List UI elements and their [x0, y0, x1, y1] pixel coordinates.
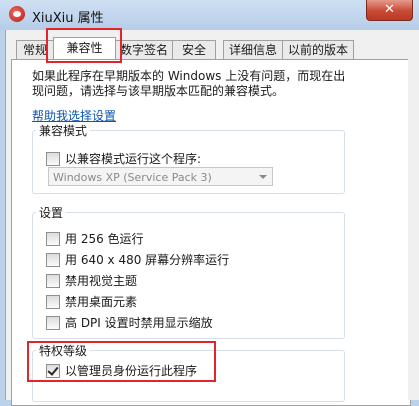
setting-640x480-checkbox[interactable] [46, 252, 60, 267]
setting-640x480-label: 用 640 x 480 屏幕分辨率运行 [65, 253, 230, 267]
window-edge [408, 59, 419, 400]
compat-mode-checkbox-label: 以兼容模式运行这个程序: [65, 152, 202, 166]
setting-disable-themes-label: 禁用视觉主题 [65, 274, 138, 288]
app-icon [9, 6, 25, 22]
tab-digital-signature[interactable]: 数字签名 [115, 40, 173, 59]
tab-previous-versions[interactable]: 以前的版本 [282, 40, 354, 59]
setting-high-dpi-label: 高 DPI 设置时禁用显示缩放 [65, 316, 213, 330]
tab-details[interactable]: 详细信息 [223, 40, 283, 59]
setting-high-dpi-checkbox[interactable] [46, 315, 60, 330]
setting-640x480-row[interactable]: 用 640 x 480 屏幕分辨率运行 [46, 251, 229, 268]
highlight-privilege-group [27, 341, 216, 382]
title-bar: XiuXiu 属性 ✕ [0, 0, 419, 30]
chevron-down-icon [259, 175, 267, 179]
setting-disable-desktop-row[interactable]: 禁用桌面元素 [46, 293, 137, 310]
window-title: XiuXiu 属性 [32, 11, 104, 26]
setting-high-dpi-row[interactable]: 高 DPI 设置时禁用显示缩放 [46, 314, 213, 331]
compat-mode-select-value: Windows XP (Service Pack 3) [53, 171, 212, 184]
compat-mode-group-title: 兼容模式 [36, 122, 91, 139]
tab-security[interactable]: 安全 [172, 40, 216, 59]
intro-text: 如果此程序在早期版本的 Windows 上没有问题，而现在出 现问题，请选择与该… [32, 69, 392, 99]
intro-line-2: 现问题，请选择与该早期版本匹配的兼容模式。 [32, 84, 285, 98]
setting-256-colors-row[interactable]: 用 256 色运行 [46, 230, 144, 247]
setting-256-colors-label: 用 256 色运行 [65, 232, 144, 246]
intro-line-1: 如果此程序在早期版本的 Windows 上没有问题，而现在出 [32, 69, 346, 83]
setting-256-colors-checkbox[interactable] [46, 231, 60, 246]
setting-disable-themes-checkbox[interactable] [46, 273, 60, 288]
compat-mode-select[interactable]: Windows XP (Service Pack 3) [48, 167, 273, 186]
setting-disable-desktop-checkbox[interactable] [46, 294, 60, 309]
setting-disable-themes-row[interactable]: 禁用视觉主题 [46, 272, 137, 289]
close-button[interactable]: ✕ [366, 0, 413, 21]
settings-group-title: 设置 [36, 204, 67, 221]
highlight-compat-tab [46, 28, 122, 63]
compat-mode-checkbox[interactable] [46, 151, 60, 166]
compat-mode-checkbox-row[interactable]: 以兼容模式运行这个程序: [46, 150, 201, 167]
setting-disable-desktop-label: 禁用桌面元素 [65, 295, 138, 309]
